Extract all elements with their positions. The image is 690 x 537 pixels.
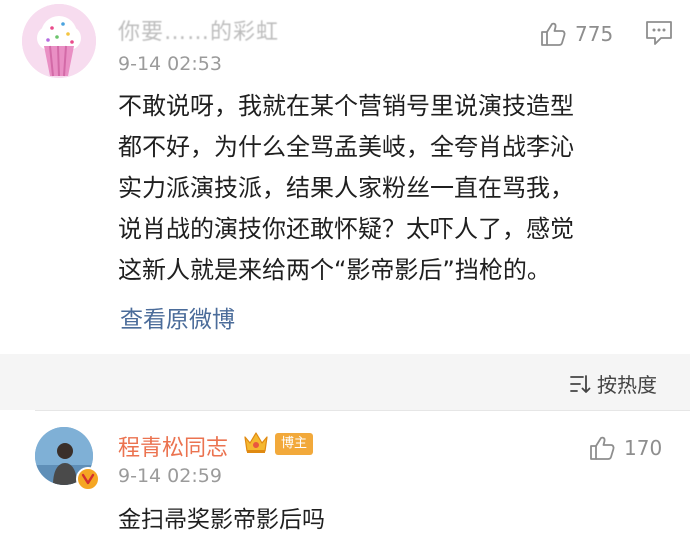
reply-icon [646,21,672,45]
sort-by-hot-button[interactable]: 按热度 [569,369,657,398]
like-count: 775 [575,22,614,46]
crown-icon [242,428,270,456]
like-button[interactable]: 775 [539,20,613,48]
comment-body-line: 这新人就是来给两个“影帝影后”挡枪的。 [118,256,551,284]
comment-body: 不敢说呀，我就在某个营销号里说演技造型 都不好，为什么全骂孟美岐，全夸肖战李沁 … [118,86,658,291]
comment-username[interactable]: 程青松同志 [118,430,228,462]
thumbs-up-icon [541,22,566,46]
comment-body: 金扫帚奖影帝影后吗 [118,507,325,533]
view-original-weibo-link[interactable]: 查看原微博 [120,300,235,334]
cupcake-avatar-image [22,4,96,78]
like-count: 170 [624,436,663,460]
comment-body-line: 实力派演技派，结果人家粉丝一直在骂我， [118,174,574,202]
comment-body-line: 都不好，为什么全骂孟美岐，全夸肖战李沁 [118,133,574,161]
avatar[interactable] [22,4,96,78]
thumbs-up-icon [590,436,615,460]
comment-body-line: 说肖战的演技你还敢怀疑？太吓人了，感觉 [118,215,574,243]
blogger-badge: 博主 [275,433,314,455]
like-button[interactable]: 170 [588,434,662,462]
reply-button[interactable] [644,19,674,47]
divider [35,410,690,411]
verified-badge-icon [76,467,100,491]
comment-time: 9-14 02:53 [118,53,222,75]
comment-username[interactable]: 你要……的彩虹 [118,14,279,46]
sort-label: 按热度 [597,373,657,397]
comment-time: 9-14 02:59 [118,465,222,487]
sort-icon [570,374,591,393]
comment-body-line: 不敢说呀，我就在某个营销号里说演技造型 [118,92,574,120]
